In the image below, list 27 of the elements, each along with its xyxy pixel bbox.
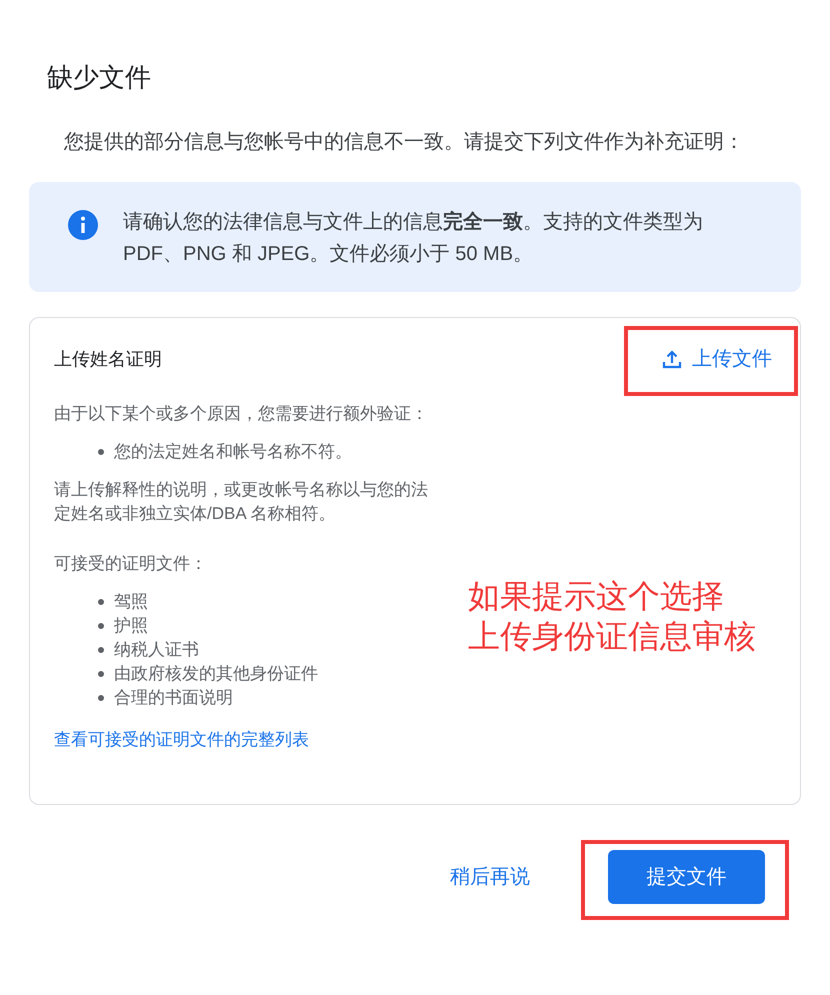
later-button[interactable]: 稍后再说 — [442, 852, 538, 902]
bullet-icon — [98, 599, 104, 605]
bullet-icon — [98, 623, 104, 629]
upload-button[interactable]: 上传文件 — [656, 342, 778, 376]
bullet-icon — [98, 695, 104, 701]
info-icon — [68, 210, 98, 240]
bullet-icon — [98, 449, 104, 455]
accepted-heading: 可接受的证明文件： — [54, 553, 208, 575]
accepted-item: 纳税人证书 — [114, 639, 199, 661]
notice-text: 请确认您的法律信息与文件上的信息完全一致。支持的文件类型为 PDF、PNG 和 JPEG。文件必须小于 50 MB。 — [123, 210, 704, 267]
accepted-item: 合理的书面说明 — [114, 687, 233, 709]
card-title: 上传姓名证明 — [54, 348, 162, 371]
reason-item: 您的法定姓名和帐号名称不符。 — [114, 441, 352, 463]
full-list-link[interactable]: 查看可接受的证明文件的完整列表 — [54, 728, 439, 752]
intro-text: 您提供的部分信息与您帐号中的信息不一致。请提交下列文件作为补充证明： — [64, 130, 745, 155]
annotation-text: 上传身份证信息审核 — [468, 617, 756, 656]
instruction-text: 请上传解释性的说明，或更改帐号名称以与您的法定姓名或非独立实体/DBA 名称相符。 — [54, 479, 429, 525]
accepted-item: 护照 — [114, 615, 148, 637]
bullet-icon — [98, 647, 104, 653]
accepted-item: 驾照 — [114, 591, 148, 613]
accepted-item: 由政府核发的其他身份证件 — [114, 663, 318, 685]
dialog-title: 缺少文件 — [47, 61, 152, 94]
reason-intro: 由于以下某个或多个原因，您需要进行额外验证： — [54, 403, 429, 425]
bullet-icon — [98, 671, 104, 677]
submit-button[interactable]: 提交文件 — [608, 850, 765, 904]
upload-icon — [662, 349, 682, 369]
annotation-text: 如果提示这个选择 — [468, 577, 725, 616]
